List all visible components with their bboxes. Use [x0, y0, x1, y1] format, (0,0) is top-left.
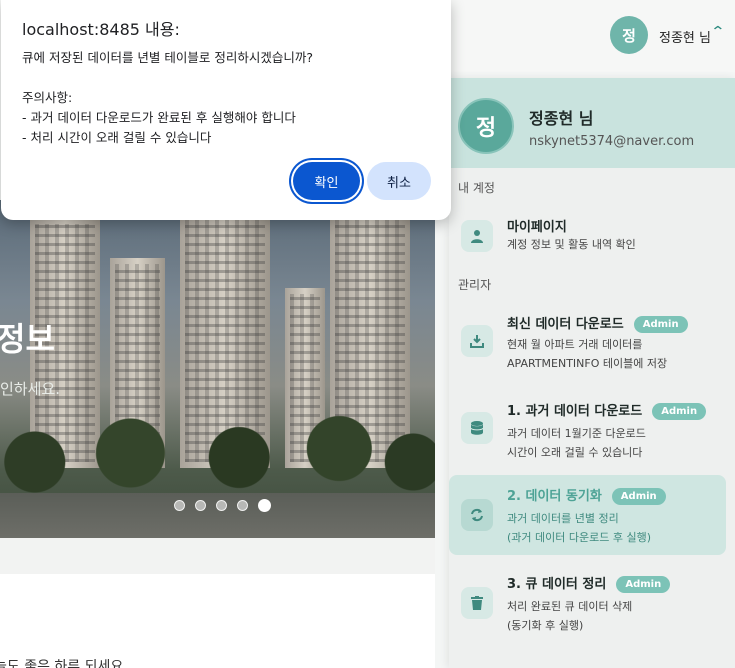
carousel-dot-active[interactable] — [258, 499, 271, 512]
section-label-account: 내 계정 — [458, 181, 495, 195]
hero-carousel — [0, 200, 435, 538]
admin-badge: Admin — [633, 316, 688, 333]
menu-item-title: 마이페이지 — [507, 220, 567, 235]
menu-item-desc: (과거 데이터 다운로드 후 실행) — [507, 531, 652, 544]
menu-item-past-download[interactable]: 1. 과거 데이터 다운로드 Admin 과거 데이터 1월기준 다운로드 시간이… — [449, 390, 726, 470]
person-icon — [461, 220, 493, 252]
carousel-dots — [174, 499, 271, 512]
user-dropdown-panel: 정 정종현 님 nskynet5374@naver.com 내 계정 마이페이지… — [449, 78, 735, 668]
admin-badge: Admin — [652, 403, 707, 420]
greeting-card — [0, 574, 435, 668]
header-avatar[interactable]: 정 — [610, 16, 648, 54]
menu-item-title: 3. 큐 데이터 정리 Admin — [507, 573, 671, 593]
hero-subtitle: 인하세요. — [0, 380, 60, 398]
menu-item-desc: 과거 데이터 1월기준 다운로드 — [507, 427, 646, 440]
hero-title: 정보 — [0, 320, 55, 358]
carousel-dot[interactable] — [174, 500, 185, 511]
menu-item-desc: (동기화 후 실행) — [507, 619, 584, 632]
dialog-title: localhost:8485 내용: — [22, 20, 180, 39]
menu-item-title: 최신 데이터 다운로드 Admin — [507, 313, 688, 333]
admin-badge: Admin — [611, 488, 666, 505]
profile-name: 정종현 님 — [529, 109, 594, 128]
carousel-dot[interactable] — [195, 500, 206, 511]
menu-item-queue-cleanup[interactable]: 3. 큐 데이터 정리 Admin 처리 완료된 큐 데이터 삭제 (동기화 후 … — [449, 563, 726, 643]
download-icon — [461, 325, 493, 357]
trees-image — [0, 408, 435, 498]
profile-avatar: 정 — [458, 98, 514, 154]
chevron-up-icon[interactable]: ⌃ — [710, 24, 725, 40]
database-icon — [461, 412, 493, 444]
content-area — [0, 538, 435, 668]
sync-icon — [461, 499, 493, 531]
greeting-text: 늘도 좋은 하루 되세요. — [0, 659, 128, 668]
dialog-message: 큐에 저장된 데이터를 년별 테이블로 정리하시겠습니까? 주의사항: - 과거… — [22, 50, 314, 145]
menu-item-desc: 시간이 오래 걸릴 수 있습니다 — [507, 446, 643, 459]
menu-item-desc: 처리 완료된 큐 데이터 삭제 — [507, 600, 633, 613]
admin-badge: Admin — [616, 576, 671, 593]
header-user-name[interactable]: 정종현 님 — [659, 27, 711, 46]
menu-item-title: 2. 데이터 동기화 Admin — [507, 485, 666, 505]
menu-item-desc: 과거 데이터를 년별 정리 — [507, 512, 619, 525]
carousel-dot[interactable] — [216, 500, 227, 511]
trash-icon — [461, 587, 493, 619]
section-label-admin: 관리자 — [458, 278, 492, 292]
menu-item-desc: APARTMENTINFO 테이블에 저장 — [507, 357, 668, 370]
menu-item-desc: 계정 정보 및 활동 내역 확인 — [507, 238, 636, 251]
confirm-dialog: localhost:8485 내용: 큐에 저장된 데이터를 년별 테이블로 정… — [1, 0, 451, 220]
confirm-ok-button[interactable]: 확인 — [293, 162, 360, 200]
confirm-cancel-button[interactable]: 취소 — [367, 162, 431, 200]
menu-item-desc: 현재 월 아파트 거래 데이터를 — [507, 338, 643, 351]
menu-item-title: 1. 과거 데이터 다운로드 Admin — [507, 400, 707, 420]
menu-item-data-sync[interactable]: 2. 데이터 동기화 Admin 과거 데이터를 년별 정리 (과거 데이터 다운… — [449, 475, 726, 555]
menu-item-mypage[interactable]: 마이페이지 계정 정보 및 활동 내역 확인 — [449, 210, 726, 256]
profile-email: nskynet5374@naver.com — [529, 134, 695, 149]
menu-item-latest-download[interactable]: 최신 데이터 다운로드 Admin 현재 월 아파트 거래 데이터를 APARTM… — [449, 303, 726, 381]
profile-header: 정 정종현 님 nskynet5374@naver.com — [449, 78, 735, 168]
carousel-dot[interactable] — [237, 500, 248, 511]
